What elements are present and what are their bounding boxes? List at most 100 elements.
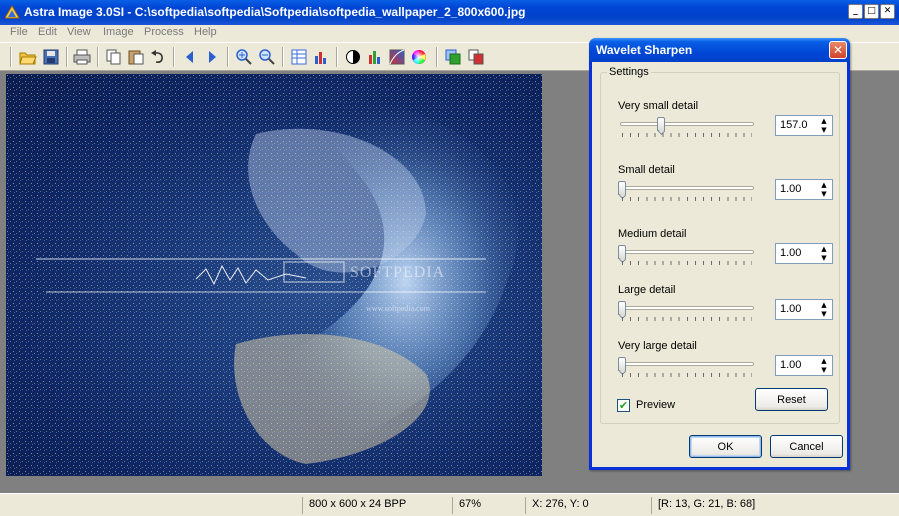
spin-up-icon[interactable]: ▲: [817, 116, 831, 125]
menu-help[interactable]: Help: [194, 26, 217, 38]
very-large-detail-input[interactable]: 1.00 ▲ ▼: [775, 355, 833, 376]
maximize-button[interactable]: □: [864, 4, 879, 19]
medium-detail-input[interactable]: 1.00 ▲ ▼: [775, 243, 833, 264]
window-title: Astra Image 3.0SI - C:\softpedia\softped…: [24, 5, 526, 19]
minimize-icon: _: [853, 6, 858, 16]
color-wheel-icon: [412, 50, 426, 64]
menu-process[interactable]: Process: [144, 26, 184, 38]
very-large-detail-label: Very large detail: [618, 340, 697, 352]
open-folder-icon: [19, 52, 37, 65]
toolbar-grip: [10, 47, 12, 67]
toolbar-separator: [436, 47, 438, 67]
curves-button[interactable]: [387, 47, 407, 67]
wavelet-sharpen-dialog: Wavelet Sharpen ✕ Settings Very small de…: [589, 38, 850, 470]
medium-detail-value[interactable]: 1.00: [780, 247, 801, 259]
very-small-detail-value[interactable]: 157.0: [780, 119, 808, 131]
spin-up-icon[interactable]: ▲: [817, 356, 831, 365]
small-detail-slider[interactable]: [618, 181, 756, 203]
large-detail-slider[interactable]: [618, 301, 756, 323]
save-button[interactable]: [41, 47, 61, 67]
reset-button[interactable]: Reset: [755, 388, 828, 411]
next-button[interactable]: [202, 47, 222, 67]
slider-track: [620, 122, 754, 126]
small-detail-input[interactable]: 1.00 ▲ ▼: [775, 179, 833, 200]
slider-track: [620, 250, 754, 254]
spin-up-icon[interactable]: ▲: [817, 180, 831, 189]
compare-button[interactable]: [466, 47, 486, 67]
medium-detail-slider[interactable]: [618, 245, 756, 267]
zoom-in-button[interactable]: [234, 47, 254, 67]
slider-thumb[interactable]: [618, 245, 626, 259]
menu-edit[interactable]: Edit: [38, 26, 57, 38]
large-detail-label: Large detail: [618, 284, 676, 296]
histogram-button[interactable]: [311, 47, 331, 67]
spin-down-icon[interactable]: ▼: [817, 365, 831, 374]
contrast-icon: [346, 50, 360, 64]
slider-thumb[interactable]: [618, 357, 626, 371]
spin-up-icon[interactable]: ▲: [817, 300, 831, 309]
undo-icon: [151, 50, 163, 63]
very-large-detail-value[interactable]: 1.00: [780, 359, 801, 371]
menu-file[interactable]: File: [10, 26, 28, 38]
spin-down-icon[interactable]: ▼: [817, 189, 831, 198]
color-balance-button[interactable]: [409, 47, 429, 67]
slider-thumb[interactable]: [618, 181, 626, 195]
close-icon: ✕: [883, 6, 892, 16]
image-canvas[interactable]: SOFTPEDIA www.softpedia.com: [6, 74, 542, 476]
close-icon: ✕: [832, 43, 844, 57]
histogram-icon: [315, 52, 326, 64]
duplicate-icon: [445, 49, 461, 65]
spin-down-icon[interactable]: ▼: [817, 125, 831, 134]
dialog-close-button[interactable]: ✕: [829, 41, 847, 59]
toolbar-separator: [97, 47, 99, 67]
toolbar-separator: [173, 47, 175, 67]
zoom-out-button[interactable]: [257, 47, 277, 67]
preview-label[interactable]: Preview: [636, 399, 675, 411]
very-small-detail-label: Very small detail: [618, 100, 699, 112]
arrow-left-icon: [186, 51, 193, 63]
slider-ticks: [622, 261, 752, 265]
very-small-detail-input[interactable]: 157.0 ▲ ▼: [775, 115, 833, 136]
preview-checkbox[interactable]: ✔: [617, 399, 630, 412]
menu-image[interactable]: Image: [103, 26, 134, 38]
spin-up-icon[interactable]: ▲: [817, 244, 831, 253]
previous-button[interactable]: [180, 47, 200, 67]
levels-icon: [369, 51, 380, 64]
very-large-detail-slider[interactable]: [618, 357, 756, 379]
menu-view[interactable]: View: [67, 26, 91, 38]
large-detail-value[interactable]: 1.00: [780, 303, 801, 315]
very-small-detail-slider[interactable]: [618, 117, 756, 139]
arrow-right-icon: [209, 51, 216, 63]
slider-ticks: [622, 373, 752, 377]
minimize-button[interactable]: _: [848, 4, 863, 19]
levels-button[interactable]: [365, 47, 385, 67]
undo-button[interactable]: [148, 47, 168, 67]
large-detail-input[interactable]: 1.00 ▲ ▼: [775, 299, 833, 320]
close-button[interactable]: ✕: [880, 4, 895, 19]
open-button[interactable]: [18, 47, 38, 67]
dialog-title-bar[interactable]: Wavelet Sharpen ✕: [589, 38, 850, 62]
status-coordinates: X: 276, Y: 0: [525, 497, 651, 514]
wallpaper-image: [6, 74, 542, 476]
print-button[interactable]: [72, 47, 92, 67]
status-bar: 800 x 600 x 24 BPP 67% X: 276, Y: 0 [R: …: [0, 493, 899, 516]
maximize-icon: □: [867, 6, 876, 16]
slider-ticks: [622, 317, 752, 321]
toolbar-separator: [66, 47, 68, 67]
image-info-button[interactable]: [289, 47, 309, 67]
slider-thumb[interactable]: [618, 301, 626, 315]
ok-button[interactable]: OK: [689, 435, 762, 458]
cancel-button[interactable]: Cancel: [770, 435, 843, 458]
duplicate-button[interactable]: [443, 47, 463, 67]
paste-button[interactable]: [126, 47, 146, 67]
spin-down-icon[interactable]: ▼: [817, 309, 831, 318]
title-bar[interactable]: Astra Image 3.0SI - C:\softpedia\softped…: [0, 0, 899, 25]
status-zoom: 67%: [452, 497, 525, 514]
copy-button[interactable]: [104, 47, 124, 67]
spin-down-icon[interactable]: ▼: [817, 253, 831, 262]
settings-group-label: Settings: [607, 66, 651, 78]
slider-thumb[interactable]: [657, 117, 665, 131]
app-icon: [5, 5, 20, 19]
brightness-contrast-button[interactable]: [343, 47, 363, 67]
small-detail-value[interactable]: 1.00: [780, 183, 801, 195]
